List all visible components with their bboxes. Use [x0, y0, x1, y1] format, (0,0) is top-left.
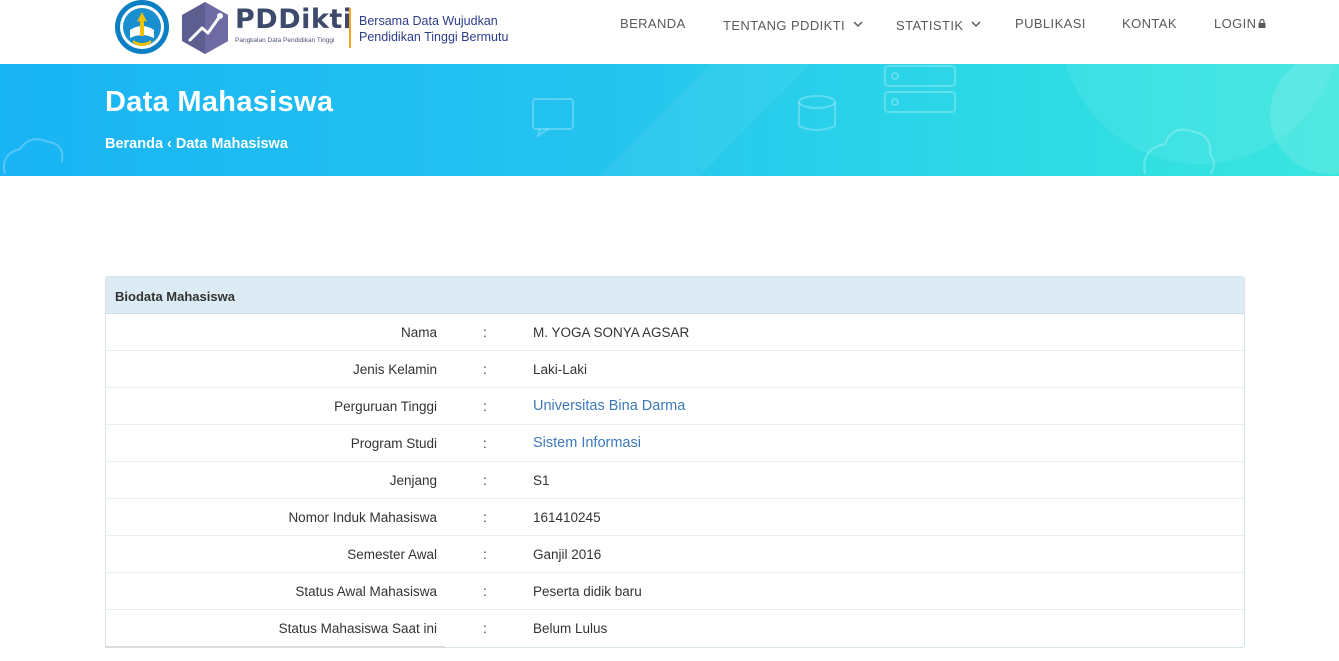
field-label: Jenis Kelamin: [352, 362, 437, 377]
nav-item-label: STATISTIK: [896, 18, 964, 33]
field-label: Program Studi: [350, 436, 437, 451]
tagline-line-1: Bersama Data Wujudkan: [359, 14, 498, 28]
table-row: Status Awal Mahasiswa : Peserta didik ba…: [106, 573, 1244, 610]
field-colon: :: [483, 473, 487, 488]
field-colon: :: [483, 584, 487, 599]
field-label: Nomor Induk Mahasiswa: [288, 510, 437, 525]
nav-item-login[interactable]: LOGIN: [1214, 16, 1266, 31]
nav-item-label: TENTANG PDDIKTI: [723, 18, 846, 33]
nav-item-statistik[interactable]: STATISTIK: [896, 16, 981, 33]
field-colon: :: [483, 510, 487, 525]
field-colon: :: [483, 325, 487, 340]
brand-divider: [349, 8, 351, 48]
table-row: Nomor Induk Mahasiswa : 161410245: [106, 499, 1244, 536]
university-link[interactable]: Universitas Bina Darma: [533, 398, 685, 414]
lock-icon: [1258, 16, 1266, 31]
field-value: Belum Lulus: [533, 621, 608, 636]
table-row: Semester Awal : Ganjil 2016: [106, 536, 1244, 573]
breadcrumb-current: Data Mahasiswa: [175, 136, 288, 152]
field-value: S1: [533, 473, 550, 488]
scroll-divider: [105, 646, 445, 648]
nav-item-kontak[interactable]: KONTAK: [1122, 16, 1177, 31]
cloud-left-icon: [3, 138, 64, 175]
nav-item-label: KONTAK: [1122, 16, 1177, 31]
field-value: Ganjil 2016: [533, 547, 602, 562]
field-value: Peserta didik baru: [533, 584, 642, 599]
page-header-banner: Data Mahasiswa Beranda ‹ Data Mahasiswa: [0, 64, 1339, 176]
field-colon: :: [483, 436, 487, 451]
field-label: Semester Awal: [347, 547, 437, 562]
field-colon: :: [483, 547, 487, 562]
field-colon: :: [483, 362, 487, 377]
field-value: Laki-Laki: [533, 362, 588, 377]
banner-decoration: [3, 64, 1339, 176]
breadcrumb-home-link[interactable]: Beranda: [105, 136, 163, 152]
brand-name[interactable]: PDDikti: [235, 4, 353, 35]
chevron-down-icon: [853, 16, 863, 31]
nav-item-beranda[interactable]: BERANDA: [620, 16, 686, 31]
brand-tagline: Bersama Data Wujudkan Pendidikan Tinggi …: [359, 13, 508, 45]
nav-item-label: BERANDA: [620, 16, 686, 31]
field-label: Status Mahasiswa Saat ini: [278, 621, 437, 636]
chevron-down-icon: [971, 16, 981, 31]
brand-subtitle: Pangkalan Data Pendidikan Tinggi: [235, 37, 335, 44]
panel-heading: Biodata Mahasiswa: [106, 277, 1244, 314]
kemdikbud-logo-icon[interactable]: [113, 0, 171, 56]
nav-item-label: PUBLIKASI: [1015, 16, 1086, 31]
database-icon: [798, 95, 836, 131]
biodata-panel: Biodata Mahasiswa Nama : M. YOGA SONYA A…: [105, 276, 1245, 648]
field-label: Nama: [400, 325, 437, 340]
table-row: Status Mahasiswa Saat ini : Belum Lulus: [106, 610, 1244, 647]
top-navbar: PDDikti Pangkalan Data Pendidikan Tinggi…: [0, 0, 1339, 64]
table-row: Perguruan Tinggi : Universitas Bina Darm…: [106, 388, 1244, 425]
breadcrumb-separator: ‹: [167, 136, 172, 152]
page-title: Data Mahasiswa: [105, 86, 334, 118]
nav-item-tentang-pddikti[interactable]: TENTANG PDDIKTI: [723, 16, 863, 33]
nav-item-label: LOGIN: [1214, 16, 1257, 31]
field-label: Status Awal Mahasiswa: [295, 584, 437, 599]
field-label: Jenjang: [389, 473, 437, 488]
server-icon: [884, 65, 956, 113]
nav-item-publikasi[interactable]: PUBLIKASI: [1015, 16, 1086, 31]
biodata-table: Nama : M. YOGA SONYA AGSAR Jenis Kelamin…: [106, 314, 1244, 647]
pddikti-logo-icon[interactable]: [178, 0, 232, 54]
table-row: Nama : M. YOGA SONYA AGSAR: [106, 314, 1244, 351]
field-colon: :: [483, 621, 487, 636]
tagline-line-2: Pendidikan Tinggi Bermutu: [359, 30, 509, 44]
field-colon: :: [483, 399, 487, 414]
study-program-link[interactable]: Sistem Informasi: [533, 435, 641, 451]
table-row: Jenjang : S1: [106, 462, 1244, 499]
table-row: Program Studi : Sistem Informasi: [106, 425, 1244, 462]
field-value: M. YOGA SONYA AGSAR: [533, 325, 690, 340]
table-row: Jenis Kelamin : Laki-Laki: [106, 351, 1244, 388]
field-value: 161410245: [533, 510, 601, 525]
field-label: Perguruan Tinggi: [334, 399, 437, 414]
chat-icon: [532, 98, 574, 139]
breadcrumb: Beranda ‹ Data Mahasiswa: [105, 136, 288, 152]
